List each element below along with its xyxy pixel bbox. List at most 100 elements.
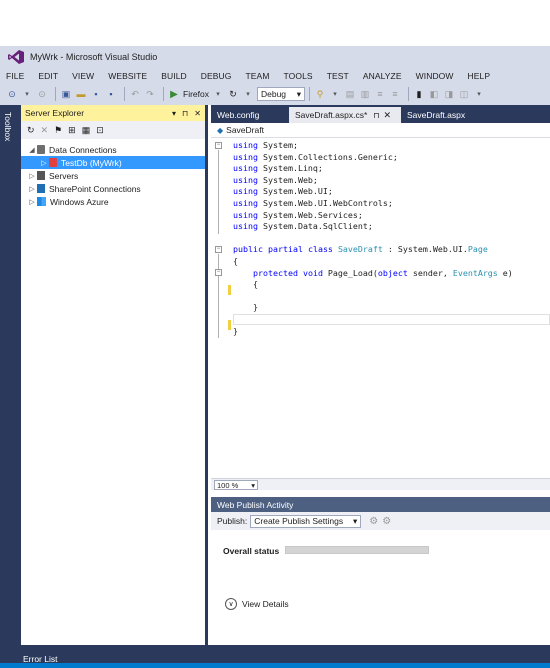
code-line[interactable]: using System.Web.UI;	[233, 186, 513, 198]
menu-help[interactable]: HELP	[468, 71, 491, 81]
code-line[interactable]: {	[233, 256, 513, 268]
code-line[interactable]	[233, 291, 513, 303]
code-line[interactable]: using System.Web.UI.WebControls;	[233, 198, 513, 210]
tree-item-data-connections[interactable]: ◢ Data Connections	[21, 143, 205, 156]
chevron-down-icon[interactable]: ▾	[21, 88, 33, 100]
menu-window[interactable]: WINDOW	[416, 71, 454, 81]
code-line[interactable]: public partial class SaveDraft : System.…	[233, 244, 513, 256]
outdent-icon[interactable]: ≡	[389, 88, 401, 100]
save-icon[interactable]: ▪	[90, 88, 102, 100]
collapsed-arrow-icon[interactable]: ▷	[27, 172, 37, 180]
play-icon[interactable]: ▶	[168, 88, 180, 100]
menu-view[interactable]: VIEW	[72, 71, 94, 81]
panel-window-controls[interactable]: ▾ ⊓ ✕	[172, 109, 201, 118]
code-text[interactable]: using System; using System.Collections.Ge…	[233, 140, 513, 337]
toolbox-tab[interactable]: Toolbox	[3, 112, 13, 141]
publish-profile-value: Create Publish Settings	[254, 516, 344, 526]
forward-navigate-icon[interactable]: ⊙	[36, 88, 48, 100]
menu-bar: FILE EDIT VIEW WEBSITE BUILD DEBUG TEAM …	[0, 68, 550, 83]
filter-icon[interactable]: ⚑	[54, 125, 62, 136]
next-bookmark-icon[interactable]: ◨	[443, 88, 455, 100]
toolbox-strip[interactable]	[0, 105, 21, 650]
redo-icon[interactable]: ↷	[144, 88, 156, 100]
menu-edit[interactable]: EDIT	[38, 71, 58, 81]
close-icon[interactable]: ✕	[384, 110, 392, 121]
menu-build[interactable]: BUILD	[161, 71, 187, 81]
find-icon[interactable]: ⚲	[314, 88, 326, 100]
properties-icon[interactable]: ⊡	[96, 125, 104, 136]
code-line[interactable]: using System.Collections.Generic;	[233, 152, 513, 164]
collapse-icon[interactable]: −	[215, 246, 222, 253]
open-folder-icon[interactable]: ▬	[75, 88, 87, 100]
connect-server-icon[interactable]: ▦	[82, 125, 91, 136]
code-line[interactable]: using System.Linq;	[233, 163, 513, 175]
menu-file[interactable]: FILE	[6, 71, 24, 81]
status-bar	[0, 663, 550, 668]
chevron-down-circle-icon[interactable]: ∨	[225, 598, 237, 610]
back-navigate-icon[interactable]: ⊙	[6, 88, 18, 100]
collapse-icon[interactable]: −	[215, 142, 222, 149]
align-icon[interactable]: ▥	[359, 88, 371, 100]
toolbar-overflow-icon[interactable]: ▾	[473, 88, 485, 100]
code-editor[interactable]: − − − using System; using System.Collecti…	[211, 138, 550, 478]
tab-savedraft-aspx-cs[interactable]: SaveDraft.aspx.cs* ⊓ ✕	[289, 107, 401, 123]
layout-icon[interactable]: ▤	[344, 88, 356, 100]
code-line[interactable]: }	[233, 302, 513, 314]
refresh-icon[interactable]: ↻	[227, 88, 239, 100]
view-details-toggle[interactable]: ∨ View Details	[225, 598, 289, 610]
settings-gear-icon[interactable]: ⚙	[382, 516, 391, 527]
zoom-dropdown[interactable]: 100 % ▾	[214, 480, 258, 490]
code-line[interactable]	[233, 314, 513, 326]
code-line[interactable]: using System;	[233, 140, 513, 152]
chevron-down-icon[interactable]: ▾	[212, 88, 224, 100]
code-line[interactable]: {	[233, 279, 513, 291]
pin-icon[interactable]: ⊓	[373, 111, 379, 120]
code-line[interactable]: using System.Data.SqlClient;	[233, 221, 513, 233]
code-line[interactable]: protected void Page_Load(object sender, …	[233, 268, 513, 280]
collapsed-arrow-icon[interactable]: ▷	[27, 185, 37, 193]
tab-web-config[interactable]: Web.config	[211, 107, 289, 123]
chevron-down-icon[interactable]: ▾	[242, 88, 254, 100]
menu-team[interactable]: TEAM	[246, 71, 270, 81]
clear-bookmarks-icon[interactable]: ◫	[458, 88, 470, 100]
refresh-icon[interactable]: ↻	[27, 125, 35, 136]
tree-item-sharepoint[interactable]: ▷ SharePoint Connections	[21, 182, 205, 195]
tree-item-testdb[interactable]: ▷ TestDb (MyWrk)	[21, 156, 205, 169]
browser-run-button[interactable]: Firefox	[183, 89, 209, 99]
prev-bookmark-icon[interactable]: ◧	[428, 88, 440, 100]
menu-test[interactable]: TEST	[327, 71, 349, 81]
collapsed-arrow-icon[interactable]: ▷	[27, 198, 37, 206]
connect-database-icon[interactable]: ⊞	[68, 125, 76, 136]
toolbar-separator	[55, 87, 56, 101]
menu-website[interactable]: WEBSITE	[108, 71, 147, 81]
save-all-icon[interactable]: ▪	[105, 88, 117, 100]
tree-item-servers[interactable]: ▷ Servers	[21, 169, 205, 182]
menu-analyze[interactable]: ANALYZE	[363, 71, 402, 81]
menu-tools[interactable]: TOOLS	[284, 71, 313, 81]
tree-item-windows-azure[interactable]: ▷ Windows Azure	[21, 195, 205, 208]
pin-icon[interactable]: ⊓	[182, 109, 188, 118]
stop-icon[interactable]: ✕	[41, 125, 49, 136]
collapse-icon[interactable]: −	[215, 269, 222, 276]
code-token: Page_Load(	[322, 267, 378, 278]
bookmark-icon[interactable]: ▮	[413, 88, 425, 100]
expanded-arrow-icon[interactable]: ◢	[27, 146, 37, 154]
code-line[interactable]: using System.Web.Services;	[233, 210, 513, 222]
chevron-down-icon[interactable]: ▾	[329, 88, 341, 100]
indent-icon[interactable]: ≡	[374, 88, 386, 100]
code-line[interactable]: using System.Web;	[233, 175, 513, 187]
code-line[interactable]: }	[233, 326, 513, 338]
solution-config-dropdown[interactable]: Debug ▾	[256, 87, 305, 101]
menu-debug[interactable]: DEBUG	[201, 71, 232, 81]
close-icon[interactable]: ✕	[194, 109, 201, 118]
chevron-down-icon[interactable]: ▾	[172, 109, 176, 118]
navigation-bar[interactable]: ◆ SaveDraft	[211, 123, 550, 138]
settings-gear-icon[interactable]: ⚙	[369, 516, 378, 527]
code-line[interactable]	[233, 233, 513, 245]
new-project-icon[interactable]: ▣	[60, 88, 72, 100]
web-publish-activity-header[interactable]: Web Publish Activity	[211, 497, 550, 512]
collapsed-arrow-icon[interactable]: ▷	[39, 159, 49, 167]
undo-icon[interactable]: ↶	[129, 88, 141, 100]
tab-savedraft-aspx[interactable]: SaveDraft.aspx	[401, 107, 491, 123]
publish-profile-dropdown[interactable]: Create Publish Settings ▾	[250, 514, 362, 528]
